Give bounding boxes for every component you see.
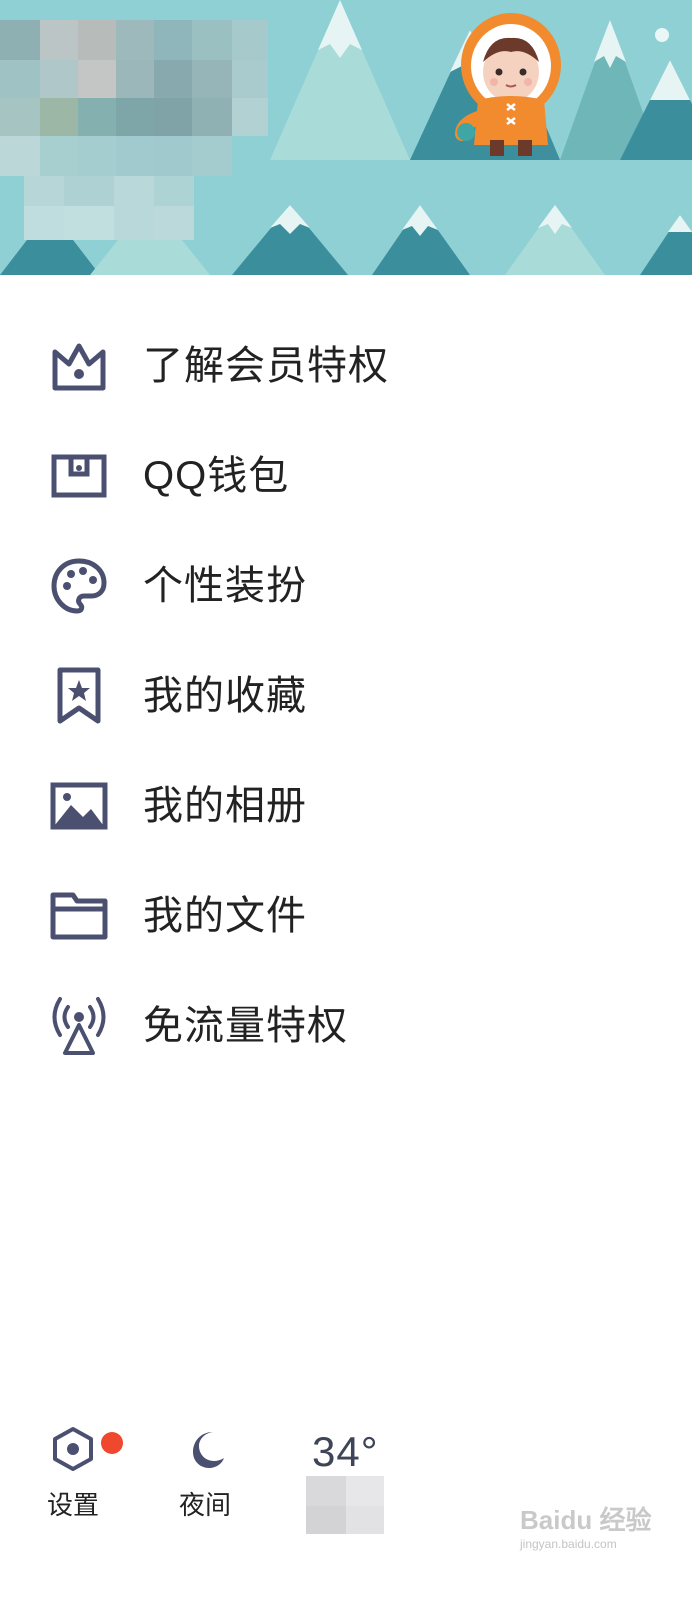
menu-item-label: 了解会员特权 [143,344,389,388]
menu-item-label: 我的相册 [143,784,307,828]
crown-icon [46,333,112,399]
menu-item-my-album[interactable]: 我的相册 [0,750,692,862]
wallet-icon [46,443,112,509]
menu-item-free-data-privilege[interactable]: 免流量特权 [0,970,692,1082]
menu-item-label: 个性装扮 [143,564,307,608]
photo-album-icon [46,773,112,839]
night-mode-button[interactable]: 夜间 [174,1426,236,1522]
pixelated-avatar[interactable] [0,0,280,250]
menu-item-label: QQ钱包 [143,454,290,498]
menu-item-my-files[interactable]: 我的文件 [0,860,692,972]
menu-item-label: 我的收藏 [143,674,307,718]
signal-tower-icon [46,993,112,1059]
menu-item-label: 我的文件 [143,894,307,938]
bookmark-star-icon [46,663,112,729]
folder-icon [46,883,112,949]
palette-icon [46,553,112,619]
menu-item-label: 免流量特权 [143,1004,348,1048]
profile-header-banner[interactable] [0,0,692,275]
settings-hexagon-icon [51,1426,95,1477]
menu-item-my-favorites[interactable]: 我的收藏 [0,640,692,752]
settings-label: 设置 [46,1490,99,1520]
eskimo-character [455,13,561,156]
notification-badge [101,1432,123,1454]
pixelated-weather-icon[interactable] [306,1476,384,1534]
menu-item-personalization[interactable]: 个性装扮 [0,530,692,642]
baidu-jingyan-watermark: Baidu 经验 jingyan.baidu.com [520,1505,652,1551]
moon-icon [183,1426,227,1477]
menu-item-qq-wallet[interactable]: QQ钱包 [0,420,692,532]
settings-button[interactable]: 设置 [42,1426,104,1522]
menu-item-vip-privileges[interactable]: 了解会员特权 [0,310,692,422]
night-mode-label: 夜间 [178,1490,231,1520]
weather-temperature[interactable]: 34° [312,1428,379,1476]
